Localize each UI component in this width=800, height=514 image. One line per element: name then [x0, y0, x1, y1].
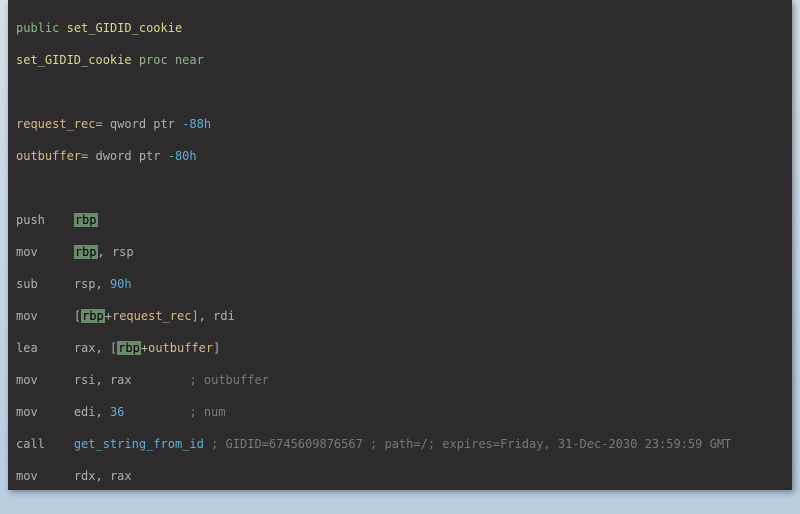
disassembly-panel: public set_GIDID_cookie set_GIDID_cookie…: [8, 0, 792, 490]
blank-line: [16, 180, 784, 196]
asm-line: mov edi, 36 ; num: [16, 404, 784, 420]
comment: ; num: [189, 405, 225, 419]
proc-name: set_GIDID_cookie: [16, 53, 132, 67]
asm-line: call get_string_from_id ; GIDID=67456098…: [16, 436, 784, 452]
line-public: public set_GIDID_cookie: [16, 20, 784, 36]
asm-line: push rbp: [16, 212, 784, 228]
comment: ; outbuffer: [189, 373, 268, 387]
asm-line: mov rbp, rsp: [16, 244, 784, 260]
var-decl: outbuffer= dword ptr -80h: [16, 148, 784, 164]
var-decl: request_rec= qword ptr -88h: [16, 116, 784, 132]
asm-line: mov rdx, rax: [16, 468, 784, 484]
var-def: = qword ptr: [95, 117, 182, 131]
keyword-public: public: [16, 21, 59, 35]
keyword-proc: proc near: [139, 53, 204, 67]
line-proc: set_GIDID_cookie proc near: [16, 52, 784, 68]
var-name: outbuffer: [16, 149, 81, 163]
comment: ; GIDID=6745609876567 ; path=/; expires=…: [211, 437, 731, 451]
register: rbp: [74, 213, 98, 227]
proc-name: set_GIDID_cookie: [67, 21, 183, 35]
var-def: = dword ptr: [81, 149, 168, 163]
var-name: request_rec: [16, 117, 95, 131]
code-block: public set_GIDID_cookie set_GIDID_cookie…: [8, 0, 792, 490]
var-offset: -88h: [182, 117, 211, 131]
var-offset: -80h: [168, 149, 197, 163]
asm-line: sub rsp, 90h: [16, 276, 784, 292]
call-target: get_string_from_id: [74, 437, 204, 451]
asm-line: lea rax, [rbp+outbuffer]: [16, 340, 784, 356]
register: rbp: [74, 245, 98, 259]
asm-line: mov [rbp+request_rec], rdi: [16, 308, 784, 324]
asm-line: mov rsi, rax ; outbuffer: [16, 372, 784, 388]
blank-line: [16, 84, 784, 100]
